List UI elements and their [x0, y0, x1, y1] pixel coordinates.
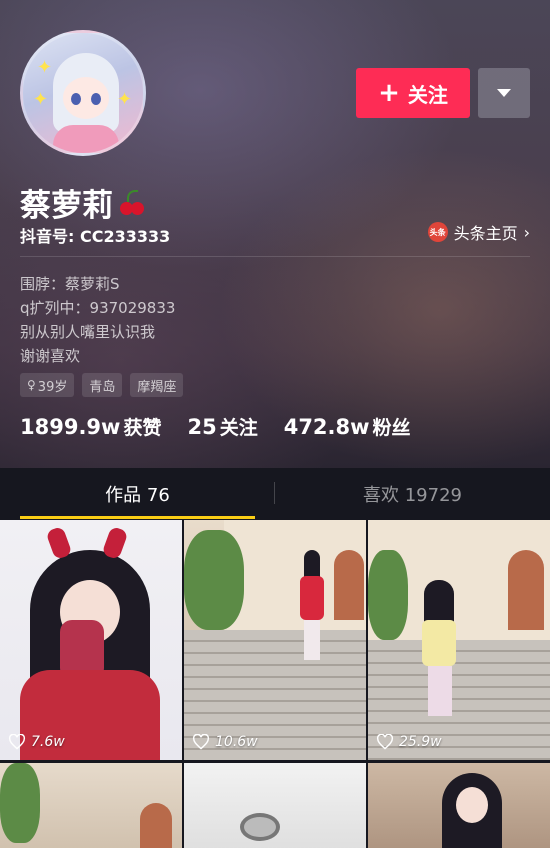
video-thumbnail[interactable]: 7.6w [0, 520, 182, 760]
tab-likes[interactable]: 喜欢 19729 [275, 468, 550, 520]
video-likes-count: 25.9w [399, 734, 442, 750]
video-thumbnail[interactable] [368, 763, 550, 848]
tab-works[interactable]: 作品 76 [0, 468, 275, 520]
stat-followers[interactable]: 472.8w 粉丝 [284, 413, 411, 440]
profile-name-row: 蔡萝莉 [20, 182, 147, 224]
profile-name: 蔡萝莉 [20, 187, 113, 224]
toutiao-label: 头条主页 [453, 224, 518, 243]
thumbnail-hairpiece [101, 525, 129, 561]
sparkle-icon: ✦ [33, 89, 49, 110]
video-thumbnail[interactable] [0, 763, 182, 848]
cherry-icon [117, 187, 147, 217]
douyin-id: 抖音号: CC233333 [20, 227, 171, 246]
chevron-right-icon: › [523, 222, 530, 242]
stat-following[interactable]: 25 关注 [187, 413, 257, 440]
tag-zodiac-label: 摩羯座 [137, 379, 177, 395]
video-thumbnail[interactable]: 10.6w [184, 520, 366, 760]
stat-number: 25 [187, 415, 217, 439]
bio-line: 别从别人嘴里认识我 [20, 323, 156, 341]
stat-number: 1899.9w [20, 415, 121, 439]
thumbnail-door [334, 550, 364, 620]
stat-label: 粉丝 [372, 417, 411, 439]
thumbnail-door [140, 803, 172, 848]
thumbnail-face [456, 787, 488, 823]
thumbnail-legs [428, 666, 452, 716]
plus-icon: + [378, 78, 400, 108]
toutiao-logo-icon: 头条 [427, 222, 448, 242]
profile-tags: ♀ 39岁 青岛 摩羯座 [20, 373, 184, 397]
more-options-button[interactable] [478, 68, 530, 118]
toutiao-homepage-link[interactable]: 头条 头条主页 › [427, 220, 530, 244]
avatar[interactable]: ✦ ✦ ✦ [20, 30, 146, 156]
thumbnail-legs [304, 620, 320, 660]
thumbnail-object [240, 813, 280, 841]
thumbnail-outfit [300, 576, 324, 620]
tag-location-label: 青岛 [89, 379, 116, 395]
tag-location: 青岛 [82, 373, 123, 397]
stat-label: 获赞 [123, 417, 162, 439]
thumbnail-door [508, 550, 544, 630]
content-tab-bar: 作品 76 喜欢 19729 [0, 468, 550, 520]
avatar-face [63, 77, 109, 119]
avatar-eye-left [71, 93, 81, 105]
video-grid: 7.6w 10.6w 25.9w [0, 520, 550, 848]
tag-zodiac: 摩羯座 [130, 373, 184, 397]
heart-outline-icon [192, 734, 210, 750]
stat-label: 关注 [219, 417, 258, 439]
video-likes-count: 7.6w [31, 734, 65, 750]
thumbnail-tree [368, 550, 408, 640]
video-likes: 25.9w [376, 734, 442, 750]
video-likes-count: 10.6w [215, 734, 258, 750]
stat-number: 472.8w [283, 415, 370, 439]
sparkle-icon: ✦ [37, 57, 53, 78]
divider [20, 256, 530, 257]
bio-line: q扩列中：937029833 [20, 299, 176, 317]
video-likes: 7.6w [8, 734, 65, 750]
tag-age-label: 39岁 [37, 379, 68, 395]
heart-outline-icon [376, 734, 394, 750]
stat-likes-received: 1899.9w 获赞 [20, 413, 161, 440]
tag-age: ♀ 39岁 [20, 373, 75, 397]
video-thumbnail[interactable]: 25.9w [368, 520, 550, 760]
bio-line: 谢谢喜欢 [20, 347, 81, 365]
video-thumbnail[interactable] [184, 763, 366, 848]
active-tab-indicator [20, 516, 255, 519]
heart-outline-icon [8, 734, 26, 750]
profile-stats: 1899.9w 获赞 25 关注 472.8w 粉丝 [20, 413, 411, 440]
bio-line: 围脖：蔡萝莉S [20, 275, 120, 293]
thumbnail-tree [0, 763, 40, 843]
bio: 围脖：蔡萝莉S q扩列中：937029833 别从别人嘴里认识我 谢谢喜欢 [20, 272, 175, 368]
dropdown-arrow-icon [497, 89, 511, 97]
follow-button[interactable]: + 关注 [356, 68, 470, 118]
sparkle-icon: ✦ [117, 89, 133, 110]
female-icon: ♀ [27, 378, 36, 392]
thumbnail-outfit [422, 620, 456, 666]
video-likes: 10.6w [192, 734, 258, 750]
avatar-body [53, 125, 119, 153]
follow-button-label: 关注 [407, 82, 448, 107]
thumbnail-tree [184, 530, 244, 630]
avatar-eye-right [91, 93, 101, 105]
